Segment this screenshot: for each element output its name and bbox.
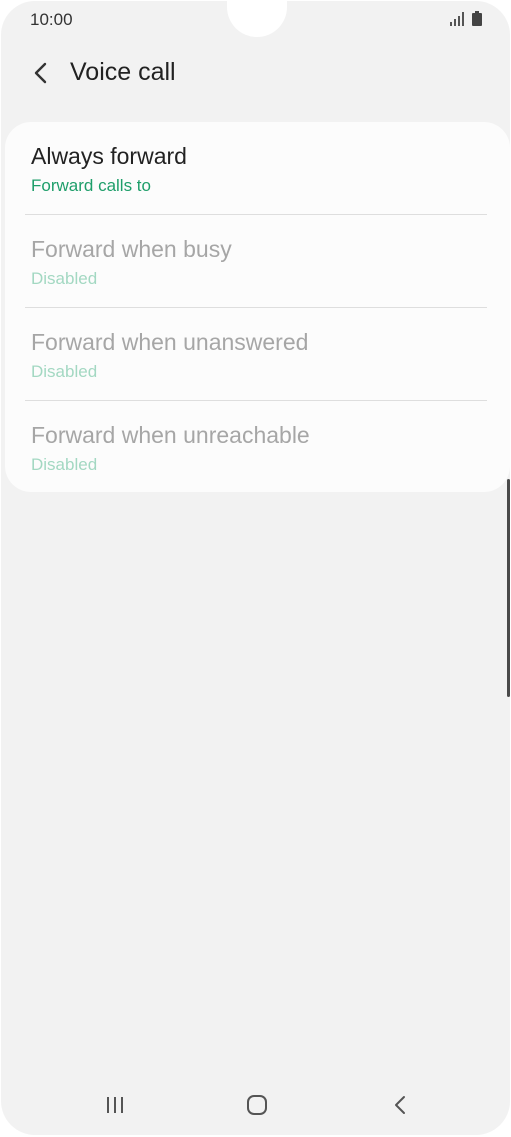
recent-apps-icon: [107, 1097, 123, 1113]
forwarding-options-card: Always forward Forward calls to Forward …: [5, 122, 510, 492]
nav-back-button[interactable]: [370, 1083, 430, 1127]
option-status: Disabled: [31, 269, 98, 288]
navigation-bar: [1, 1077, 510, 1135]
option-label: Forward when unreachable: [31, 422, 310, 448]
status-bar: 10:00: [1, 1, 510, 37]
battery-icon: [472, 11, 482, 26]
forward-when-unanswered-option[interactable]: Forward when unanswered Disabled: [5, 308, 510, 401]
always-forward-option[interactable]: Always forward Forward calls to: [5, 122, 510, 215]
back-button[interactable]: [25, 55, 57, 91]
home-button[interactable]: [227, 1083, 287, 1127]
status-time: 10:00: [30, 10, 73, 29]
option-status: Disabled: [31, 362, 98, 381]
option-label: Forward when unanswered: [31, 329, 309, 355]
forward-when-busy-option[interactable]: Forward when busy Disabled: [5, 215, 510, 308]
app-header: Voice call: [1, 47, 510, 99]
option-label: Forward when busy: [31, 236, 232, 262]
back-icon: [395, 1096, 405, 1114]
signal-icon: [450, 12, 464, 26]
page-title: Voice call: [70, 58, 176, 86]
forward-when-unreachable-option[interactable]: Forward when unreachable Disabled: [5, 401, 510, 494]
phone-screen: 10:00 Voice call Always forward Forward …: [1, 1, 510, 1135]
option-label: Always forward: [31, 143, 187, 169]
home-icon: [247, 1095, 267, 1115]
option-status: Disabled: [31, 455, 98, 474]
scrollbar[interactable]: [507, 479, 510, 697]
chevron-left-icon: [34, 62, 47, 84]
option-status: Forward calls to: [31, 176, 151, 195]
recent-apps-button[interactable]: [85, 1083, 145, 1127]
